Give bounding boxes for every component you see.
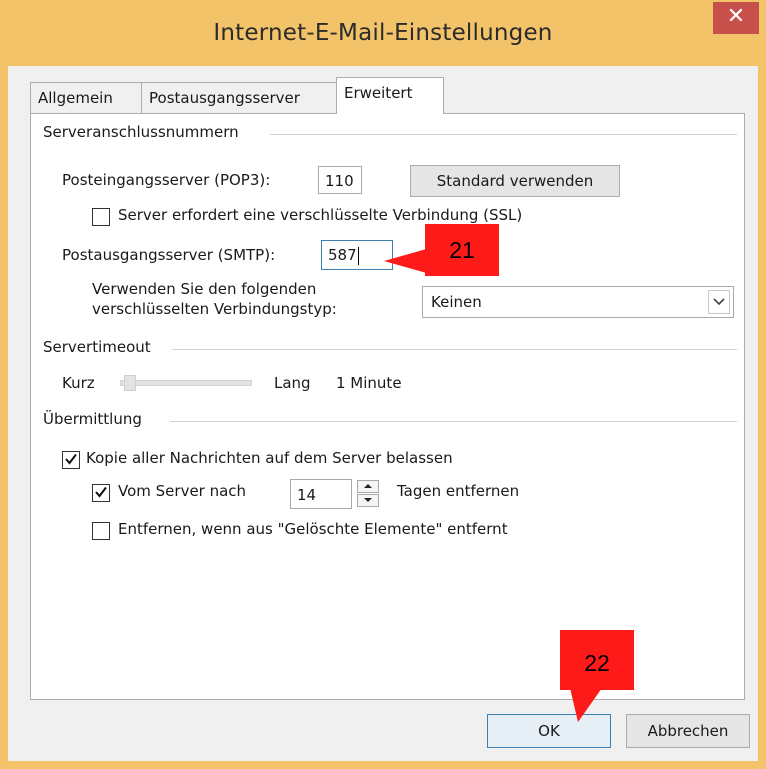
keep-copy-checkbox[interactable] <box>62 451 80 469</box>
timeout-long-label: Lang <box>274 374 311 392</box>
ok-button[interactable]: OK <box>487 714 611 748</box>
chevron-down-icon <box>708 290 730 314</box>
timeout-slider-thumb[interactable] <box>124 375 136 391</box>
window-title: Internet-E-Mail-Einstellungen <box>213 20 553 46</box>
dialog-window: Internet-E-Mail-Einstellungen ✕ Allgemei… <box>0 0 766 769</box>
encryption-label-line1: Verwenden Sie den folgenden <box>92 280 317 298</box>
arrow-down-icon <box>364 498 372 502</box>
check-icon <box>65 453 77 465</box>
close-button[interactable]: ✕ <box>713 2 759 34</box>
encryption-type-select[interactable]: Keinen <box>422 286 734 318</box>
smtp-port-input[interactable]: 587 <box>321 240 393 270</box>
title-bar: Internet-E-Mail-Einstellungen ✕ <box>0 0 766 66</box>
tab-postausgangsserver[interactable]: Postausgangsserver <box>141 82 337 113</box>
cancel-button[interactable]: Abbrechen <box>626 714 750 748</box>
ssl-label: Server erfordert eine verschlüsselte Ver… <box>118 206 523 224</box>
timeout-short-label: Kurz <box>62 374 95 392</box>
check-icon <box>95 486 107 498</box>
text-caret <box>357 246 359 265</box>
timeout-slider-track[interactable] <box>120 380 252 386</box>
pop3-label: Posteingangsserver (POP3): <box>62 171 271 189</box>
encryption-label-line2: verschlüsselten Verbindungstyp: <box>92 300 337 318</box>
group-divider <box>270 134 737 135</box>
smtp-port-value: 587 <box>328 246 357 264</box>
tab-allgemein[interactable]: Allgemein <box>30 82 142 113</box>
group-divider <box>172 349 737 350</box>
smtp-label: Postausgangsserver (SMTP): <box>62 246 276 264</box>
pop3-port-input[interactable]: 110 <box>318 166 362 194</box>
spin-down-button[interactable] <box>357 494 379 507</box>
remove-after-label: Vom Server nach <box>118 482 247 500</box>
remove-deleted-checkbox[interactable] <box>92 522 110 540</box>
use-default-button[interactable]: Standard verwenden <box>410 165 620 197</box>
tab-erweitert[interactable]: Erweitert <box>336 77 444 114</box>
group-title-delivery: Übermittlung <box>43 410 148 428</box>
tab-panel-erweitert <box>30 113 745 700</box>
spin-up-button[interactable] <box>357 480 379 493</box>
close-icon: ✕ <box>726 4 746 29</box>
group-title-timeout: Servertimeout <box>43 338 157 356</box>
keep-copy-label: Kopie aller Nachrichten auf dem Server b… <box>86 449 453 467</box>
callout-badge-22: 22 <box>560 630 634 690</box>
tab-label: Postausgangsserver <box>149 89 300 107</box>
tab-label: Allgemein <box>38 89 113 107</box>
ssl-checkbox[interactable] <box>92 208 110 226</box>
remove-after-days-input[interactable]: 14 <box>290 479 352 509</box>
remove-deleted-label: Entfernen, wenn aus "Gelöschte Elemente"… <box>118 520 508 538</box>
group-divider <box>170 421 737 422</box>
arrow-up-icon <box>364 484 372 488</box>
timeout-value-label: 1 Minute <box>336 374 402 392</box>
group-title-ports: Serveranschlussnummern <box>43 123 245 141</box>
tab-label: Erweitert <box>344 84 413 102</box>
encryption-type-value: Keinen <box>431 293 482 311</box>
remove-after-days-value: 14 <box>297 486 317 504</box>
remove-after-suffix: Tagen entfernen <box>397 482 520 500</box>
callout-badge-21: 21 <box>425 224 499 276</box>
remove-after-checkbox[interactable] <box>92 484 110 502</box>
